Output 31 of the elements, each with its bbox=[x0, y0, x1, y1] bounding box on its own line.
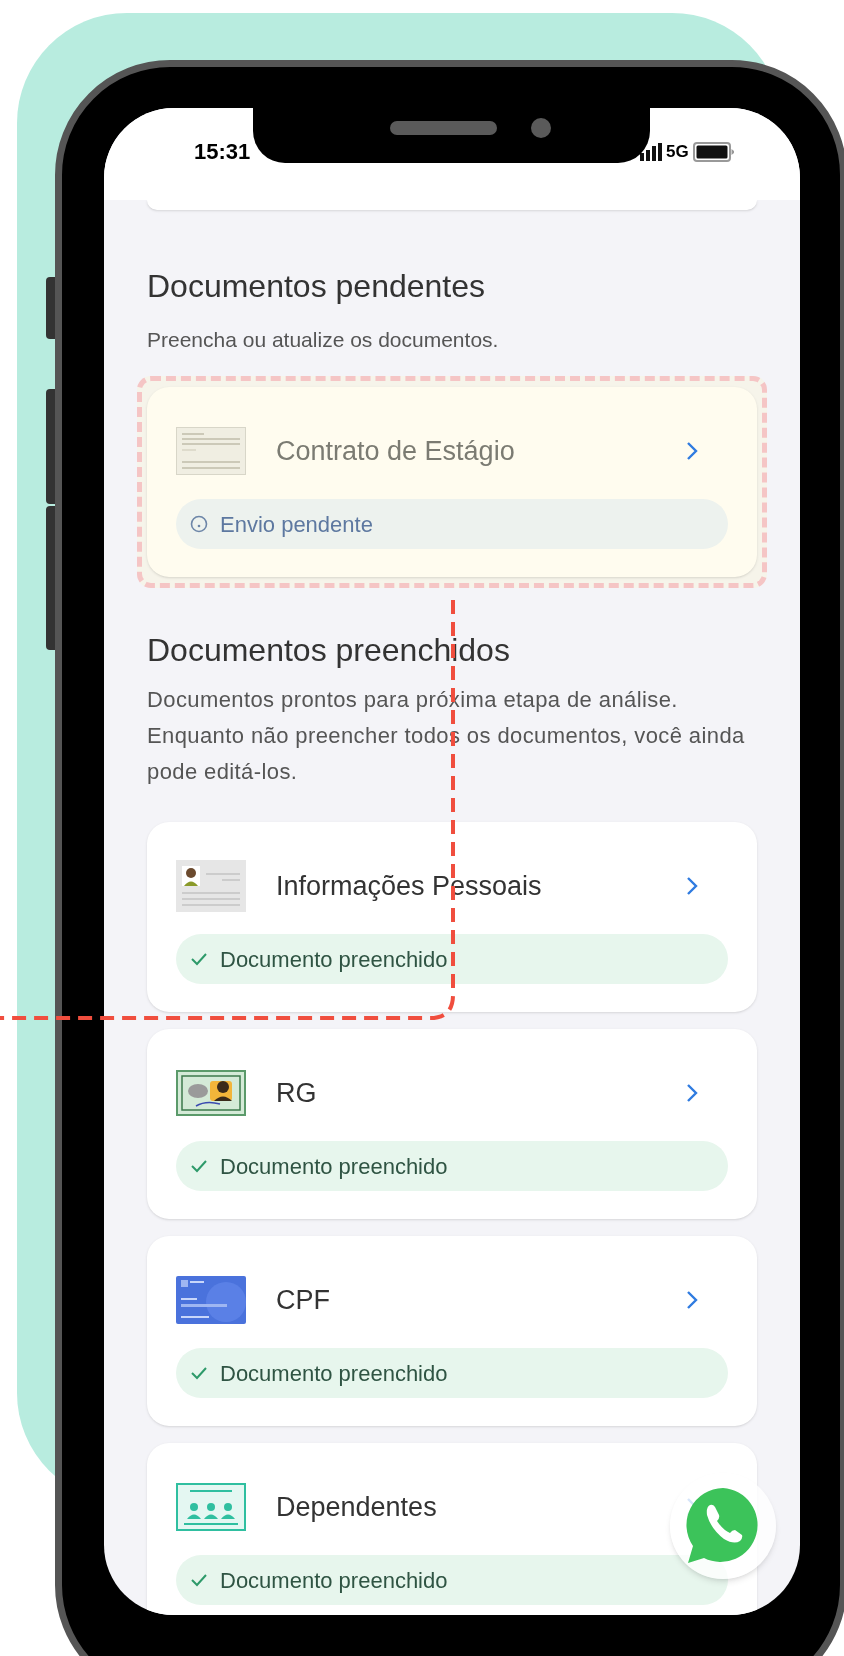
document-title: CPF bbox=[276, 1284, 331, 1316]
signal-icon bbox=[640, 143, 662, 161]
status-label: Documento preenchido bbox=[220, 1359, 448, 1388]
status-label: Documento preenchido bbox=[220, 945, 448, 974]
check-icon bbox=[190, 1159, 208, 1173]
status-label: Documento preenchido bbox=[220, 1152, 448, 1181]
info-icon bbox=[190, 515, 208, 533]
status-time: 15:31 bbox=[194, 138, 251, 166]
status-label: Documento preenchido bbox=[220, 1566, 448, 1595]
check-icon bbox=[190, 1573, 208, 1587]
document-card[interactable]: CPF Documento preenchido bbox=[147, 1236, 757, 1426]
section-description: Preencha ou atualize os documentos. bbox=[147, 327, 500, 353]
network-label: 5G bbox=[666, 142, 689, 162]
id-card-icon bbox=[176, 1070, 246, 1116]
document-card[interactable]: Contrato de Estágio Envio pendente bbox=[147, 387, 757, 577]
section-title: Documentos pendentes bbox=[147, 267, 486, 306]
status-label: Envio pendente bbox=[220, 510, 373, 539]
people-icon bbox=[176, 1483, 246, 1531]
document-title: Dependentes bbox=[276, 1491, 438, 1523]
document-title: Informações Pessoais bbox=[276, 870, 543, 902]
check-icon bbox=[190, 1366, 208, 1380]
document-card[interactable]: RG Documento preenchido bbox=[147, 1029, 757, 1219]
battery-icon bbox=[692, 142, 735, 162]
section-title: Documentos preenchidos bbox=[147, 631, 511, 670]
document-icon bbox=[176, 427, 246, 475]
document-card[interactable]: Informações Pessoais Documento preenchido bbox=[147, 822, 757, 1012]
document-title: Contrato de Estágio bbox=[276, 435, 516, 467]
document-title: RG bbox=[276, 1077, 318, 1109]
card-icon bbox=[176, 1276, 246, 1324]
id-card-icon bbox=[176, 860, 246, 912]
check-icon bbox=[190, 952, 208, 966]
